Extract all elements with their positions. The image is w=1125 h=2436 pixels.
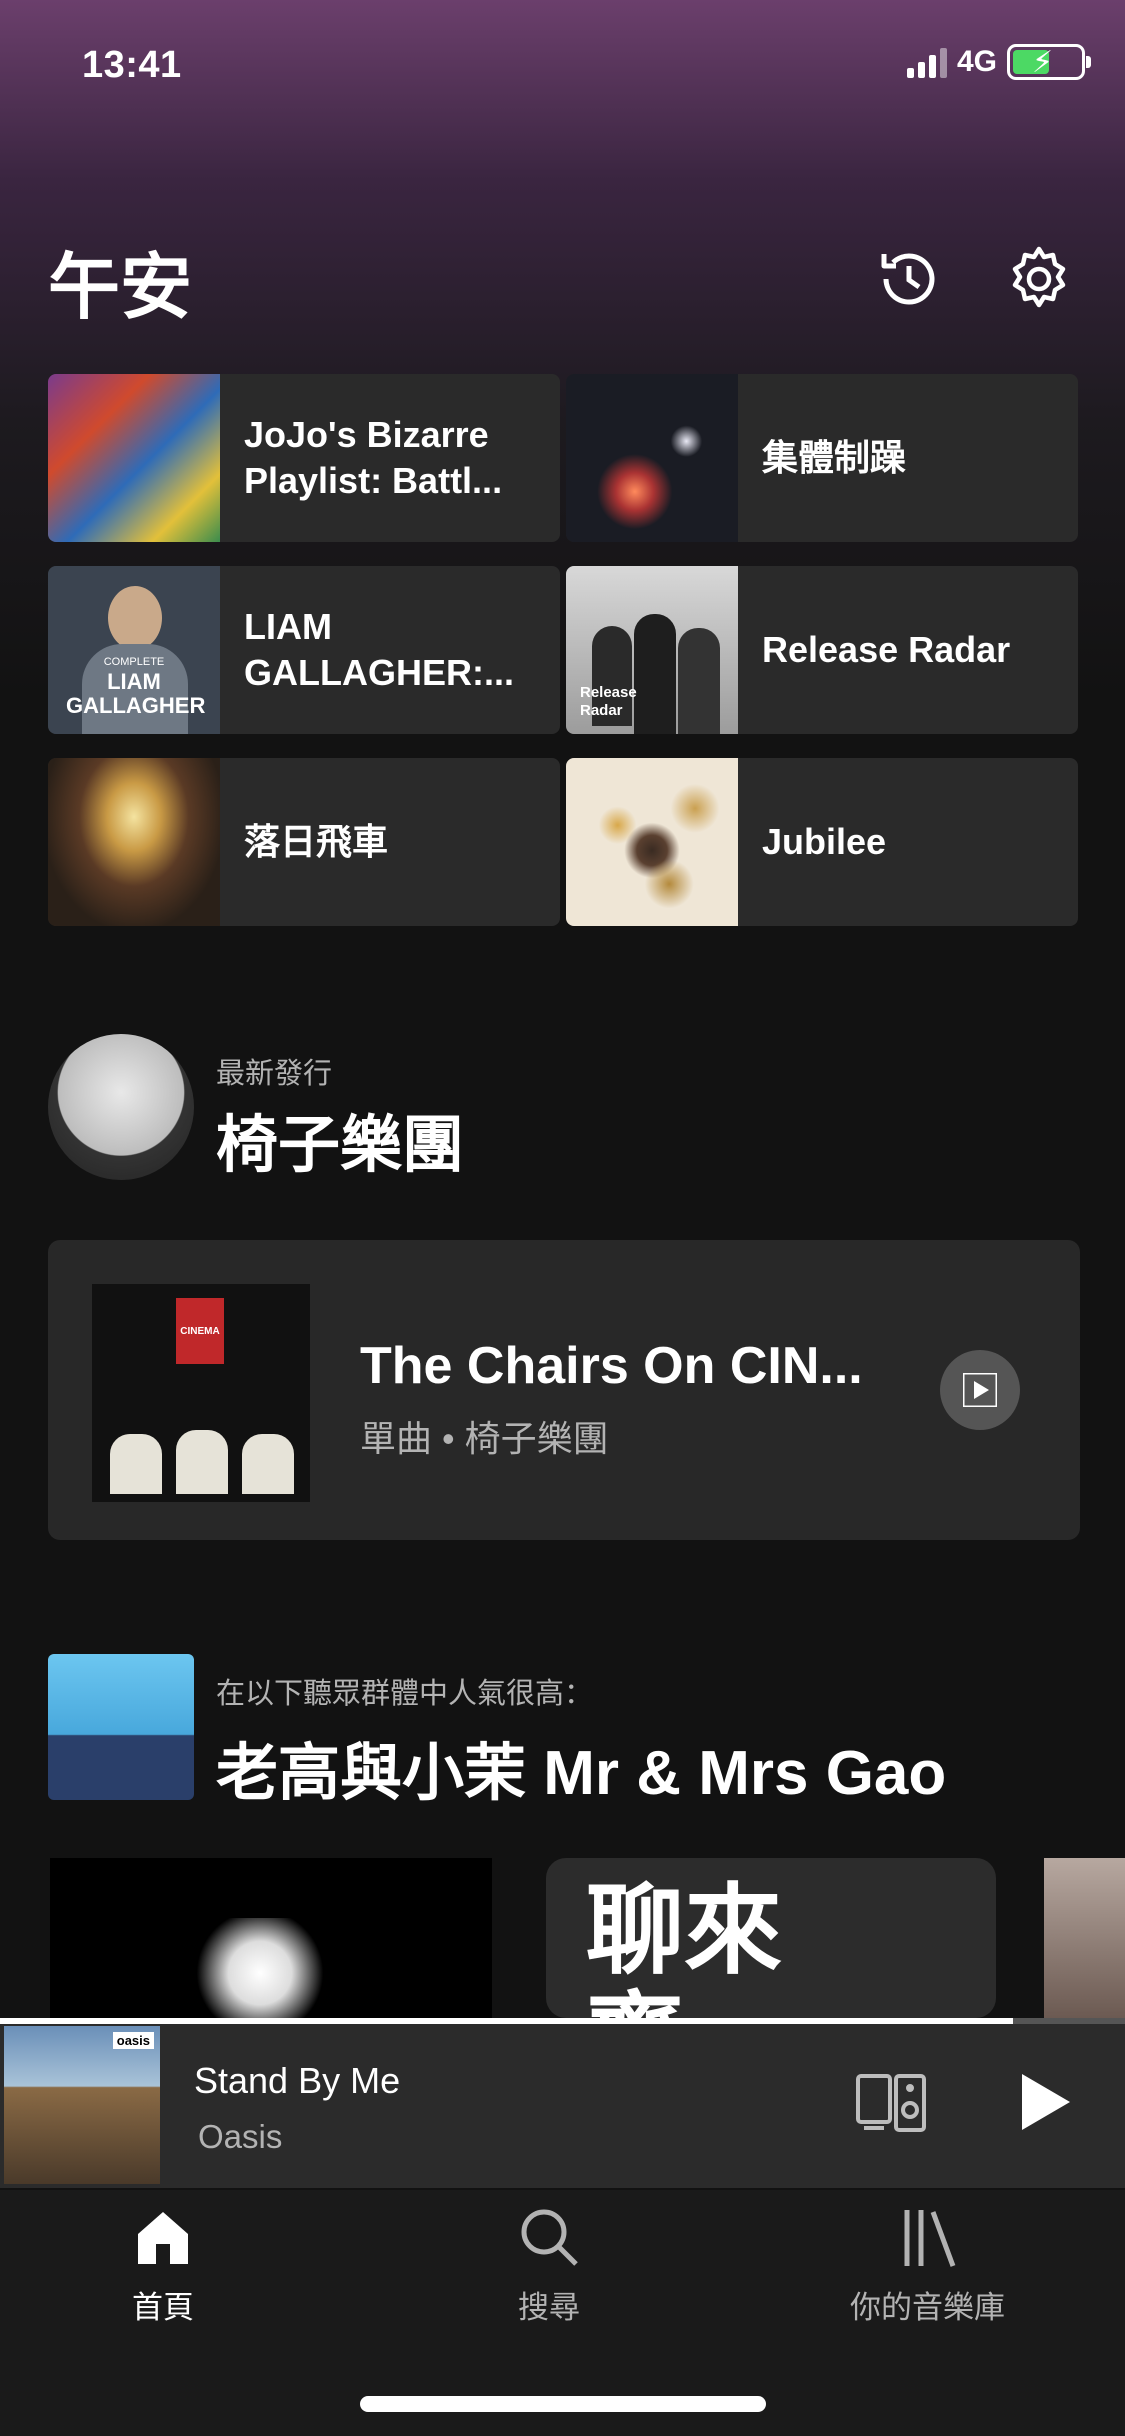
section-title-podcast[interactable]: 老高與小茉 Mr & Mrs Gao (216, 1722, 946, 1812)
cinema-art-text: CINEMA (176, 1298, 224, 1364)
liam-art-top: COMPLETE (103, 656, 165, 668)
artist-avatar[interactable] (48, 1034, 194, 1180)
status-time: 13:41 (82, 44, 182, 86)
play-icon (963, 1373, 997, 1407)
battery-charging-icon: ⚡ (1007, 44, 1091, 80)
dragon-art (170, 1918, 350, 2018)
meta-separator: • (442, 1418, 455, 1459)
network-type: 4G (956, 45, 997, 78)
shortcut-release-radar[interactable]: Release Radar Release Radar (566, 566, 1078, 734)
shortcut-jojo-playlist[interactable]: JoJo's Bizarre Playlist: Battl... (48, 374, 560, 542)
search-icon (521, 2209, 578, 2266)
nav-home[interactable]: 首頁 (130, 2204, 196, 2327)
nav-home-label: 首頁 (132, 2290, 194, 2325)
now-playing-bar[interactable] (0, 2020, 1125, 2188)
recently-played-icon[interactable] (874, 244, 944, 314)
status-indicators: 4G ⚡ (906, 44, 1091, 80)
nav-search[interactable]: 搜尋 (516, 2204, 582, 2327)
release-artist-link[interactable]: 椅子樂團 (465, 1418, 609, 1459)
nav-library[interactable]: 你的音樂庫 (850, 2204, 1005, 2327)
section-subtitle: 最新發行 (216, 1058, 333, 1090)
shortcut-jiti-zhizao[interactable]: 集體制躁 (566, 374, 1078, 542)
release-type: 單曲 (360, 1418, 433, 1459)
shortcut-label: LIAM GALLAGHER:... (244, 606, 514, 693)
podcast-avatar[interactable] (48, 1654, 194, 1800)
release-title: The Chairs On CIN... (360, 1337, 863, 1395)
album-label: oasis (112, 2032, 154, 2049)
release-play-button[interactable] (940, 1350, 1020, 1430)
shortcut-label: 集體制躁 (762, 437, 907, 478)
carousel-card-1[interactable] (50, 1858, 492, 2018)
nav-library-label: 你的音樂庫 (850, 2290, 1005, 2325)
shortcut-label: Jubilee (762, 821, 887, 862)
playback-progress (0, 2018, 1125, 2024)
signal-icon (906, 46, 947, 78)
connect-device-icon[interactable] (854, 2070, 930, 2134)
library-icon (904, 2210, 955, 2267)
release-cover-art: CINEMA (92, 1284, 310, 1502)
jiti-cover-art (566, 374, 738, 542)
play-button[interactable] (1016, 2070, 1074, 2134)
now-playing-artist: Oasis (198, 2118, 283, 2155)
shortcut-label: JoJo's Bizarre Playlist: Battl... (244, 414, 503, 501)
home-indicator[interactable] (360, 2396, 766, 2412)
sunset-cover-art (48, 758, 220, 926)
jojo-cover-art (48, 374, 220, 542)
liam-art-text: LIAM GALLAGHER (66, 669, 206, 718)
shortcut-label: Release Radar (762, 629, 1011, 670)
carousel-chat-title: 聊來 (586, 1875, 783, 1985)
home-icon (138, 2212, 188, 2264)
now-playing-title: Stand By Me (194, 2060, 401, 2101)
liam-cover-art: COMPLETE LIAM GALLAGHER (48, 566, 220, 734)
shortcut-jubilee[interactable]: Jubilee (566, 758, 1078, 926)
section-title-artist[interactable]: 椅子樂團 (216, 1094, 464, 1184)
carousel-card-2[interactable]: 聊來 齋 (546, 1858, 996, 2018)
release-radar-art-text: Release Radar (580, 684, 637, 719)
shortcut-sunset-rollercoaster[interactable]: 落日飛車 (48, 758, 560, 926)
nav-search-label: 搜尋 (518, 2290, 580, 2325)
shortcut-liam-gallagher[interactable]: COMPLETE LIAM GALLAGHER LIAM GALLAGHER:.… (48, 566, 560, 734)
carousel-card-3[interactable] (1044, 1858, 1125, 2018)
settings-gear-icon[interactable] (1004, 244, 1074, 314)
play-icon (1022, 2074, 1070, 2130)
shortcut-label: 落日飛車 (244, 821, 389, 862)
release-radar-cover-art: Release Radar (566, 566, 738, 734)
release-meta: 單曲 • 椅子樂團 (360, 1410, 609, 1462)
jubilee-cover-art (566, 758, 738, 926)
section-subtitle: 在以下聽眾群體中人氣很高： (216, 1678, 594, 1710)
carousel-chat-title-2: 齋 (586, 1988, 684, 2018)
now-playing-cover-art: oasis (4, 2026, 160, 2184)
greeting-title: 午安 (48, 248, 193, 328)
